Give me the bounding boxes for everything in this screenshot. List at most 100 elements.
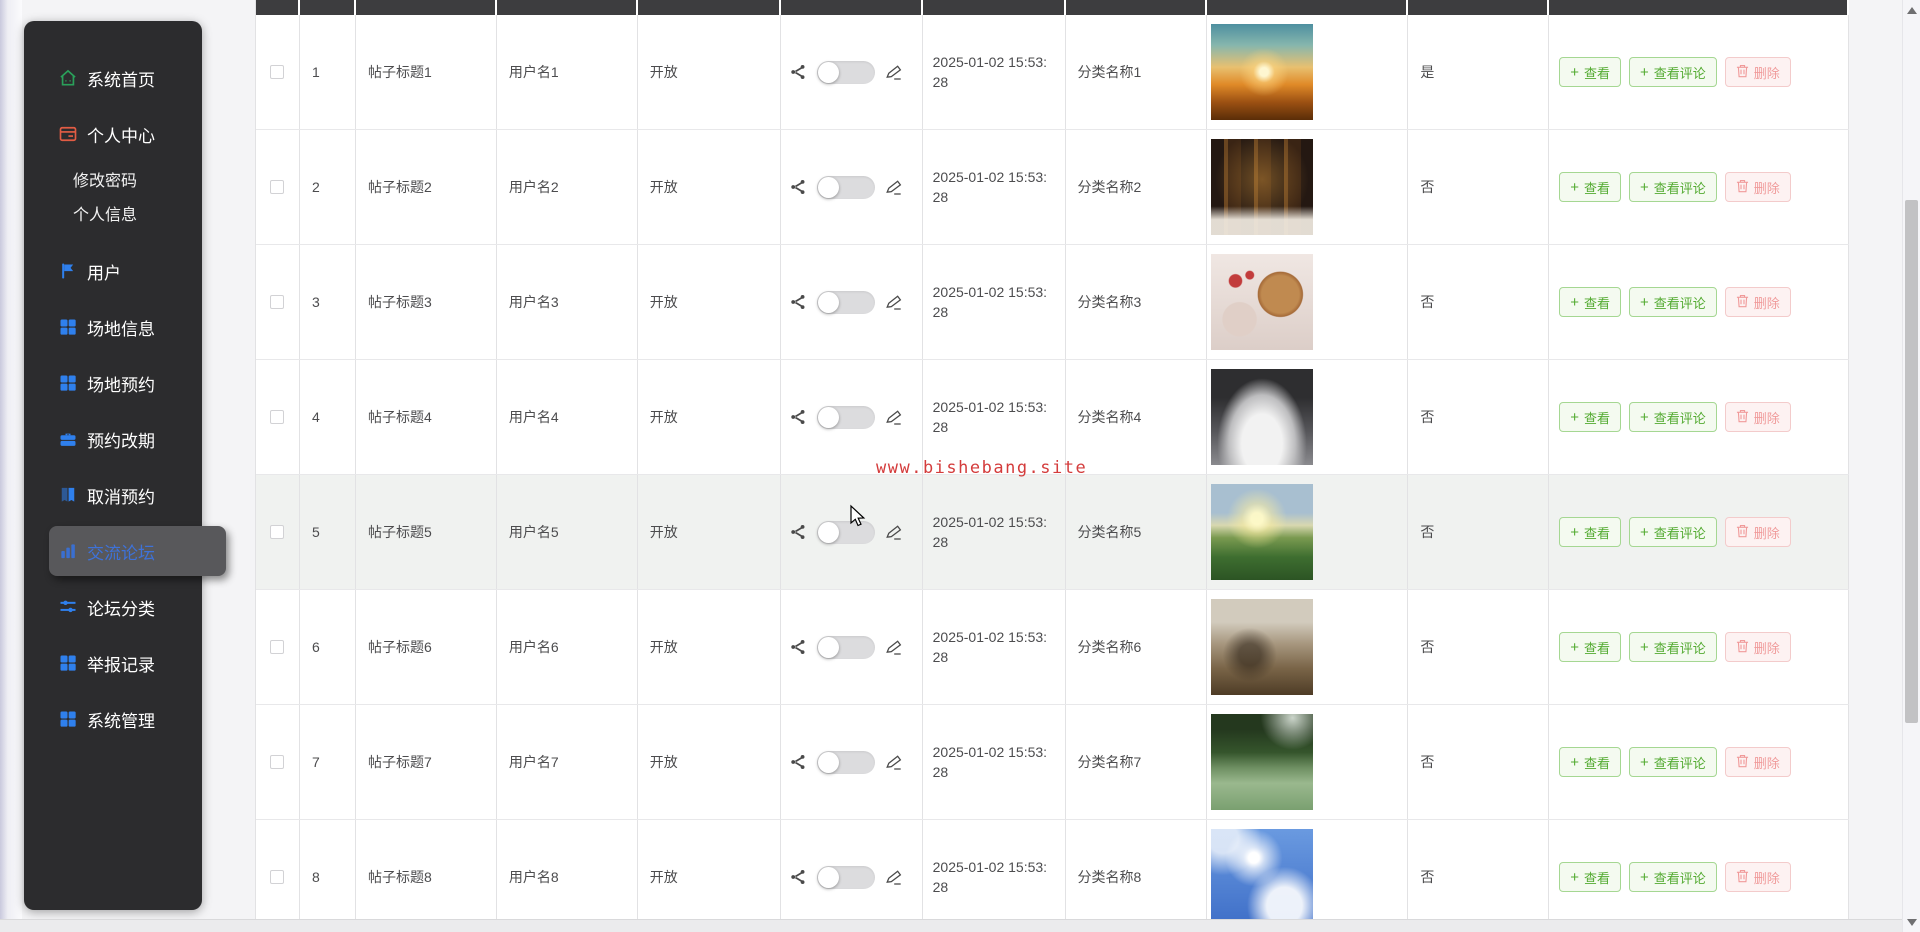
delete-button[interactable]: 删除 [1724,517,1791,547]
sidebar-item-9[interactable]: 交流论坛 [49,526,226,576]
view-comments-button[interactable]: + 查看评论 [1629,747,1717,777]
row-checkbox[interactable] [270,640,285,654]
share-icon[interactable] [790,64,806,80]
post-image[interactable] [1211,829,1314,925]
delete-button[interactable]: 删除 [1724,747,1791,777]
table-row: 8 帖子标题8 用户名8 开放 2025-01-02 15:53:28 分类名称8 否 + 查看… [256,820,1850,932]
sidebar-item-0[interactable]: 系统首页 [24,50,202,106]
post-image[interactable] [1211,369,1314,465]
sidebar-item-1[interactable]: 个人中心 [24,106,202,162]
sidebar-item-label: 预约改期 [87,431,155,451]
post-image[interactable] [1211,599,1314,695]
post-category: 分类名称2 [1066,130,1208,244]
row-checkbox[interactable] [270,65,285,79]
delete-button[interactable]: 删除 [1724,287,1791,317]
sidebar-item-12[interactable]: 系统管理 [24,691,202,747]
edit-pencil-icon[interactable] [885,754,902,770]
edit-pencil-icon[interactable] [885,639,902,655]
row-checkbox[interactable] [270,410,285,424]
scrollbar-up-arrow-icon[interactable] [1907,7,1917,14]
sliders-icon [58,597,78,617]
table-header-cell [922,0,1066,15]
row-checkbox[interactable] [270,180,285,194]
post-image[interactable] [1211,714,1314,810]
row-checkbox[interactable] [270,525,285,539]
sidebar-item-7[interactable]: 预约改期 [24,411,202,467]
share-icon[interactable] [790,524,806,540]
delete-button[interactable]: 删除 [1724,172,1791,202]
post-title: 帖子标题8 [356,820,497,932]
view-comments-button-label: 查看评论 [1653,640,1706,656]
view-comments-button[interactable]: + 查看评论 [1629,287,1717,317]
post-is-top: 否 [1408,130,1550,244]
delete-button-label: 删除 [1753,640,1780,656]
status-switch[interactable] [816,175,875,199]
status-switch[interactable] [816,60,875,84]
row-checkbox[interactable] [270,755,285,769]
status-switch[interactable] [816,520,875,544]
view-comments-button[interactable]: + 查看评论 [1629,57,1717,87]
view-button[interactable]: + 查看 [1559,57,1622,87]
table-header-cell [1065,0,1208,15]
sidebar-subitem-3[interactable]: 个人信息 [24,196,202,230]
vertical-scrollbar[interactable] [1902,0,1920,932]
sidebar-item-label: 论坛分类 [87,599,155,619]
status-switch[interactable] [816,635,875,659]
share-icon[interactable] [790,409,806,425]
post-toggle-cell [781,360,923,474]
share-icon[interactable] [790,754,806,770]
delete-button[interactable]: 删除 [1724,402,1791,432]
view-comments-button[interactable]: + 查看评论 [1629,402,1717,432]
sidebar-item-4[interactable]: 用户 [24,243,202,299]
view-button[interactable]: + 查看 [1559,287,1622,317]
view-comments-button-label: 查看评论 [1653,410,1706,426]
post-image[interactable] [1211,254,1314,350]
view-button[interactable]: + 查看 [1559,747,1622,777]
view-button[interactable]: + 查看 [1559,517,1622,547]
row-index: 3 [300,245,356,359]
post-username: 用户名4 [497,360,638,474]
view-comments-button[interactable]: + 查看评论 [1629,862,1717,892]
status-switch[interactable] [816,865,875,889]
post-image[interactable] [1211,139,1314,235]
sidebar-item-6[interactable]: 场地预约 [24,355,202,411]
view-button[interactable]: + 查看 [1559,632,1622,662]
view-button[interactable]: + 查看 [1559,862,1622,892]
sidebar-item-8[interactable]: 取消预约 [24,467,202,523]
sidebar-item-11[interactable]: 举报记录 [24,635,202,691]
edit-pencil-icon[interactable] [885,409,902,425]
sidebar-item-10[interactable]: 论坛分类 [24,579,202,635]
post-image[interactable] [1211,24,1314,120]
row-index: 8 [300,820,356,932]
row-checkbox[interactable] [270,295,285,309]
view-comments-button[interactable]: + 查看评论 [1629,172,1717,202]
vertical-scrollbar-thumb[interactable] [1905,200,1918,723]
view-comments-button[interactable]: + 查看评论 [1629,517,1717,547]
share-icon[interactable] [790,869,806,885]
status-switch[interactable] [816,750,875,774]
post-is-top: 否 [1408,360,1550,474]
view-button[interactable]: + 查看 [1559,172,1622,202]
edit-pencil-icon[interactable] [885,524,902,540]
post-image[interactable] [1211,484,1314,580]
edit-pencil-icon[interactable] [885,179,902,195]
delete-button[interactable]: 删除 [1724,862,1791,892]
status-switch[interactable] [816,290,875,314]
row-checkbox[interactable] [270,870,285,884]
delete-button-label: 删除 [1753,65,1780,81]
edit-pencil-icon[interactable] [885,869,902,885]
view-button[interactable]: + 查看 [1559,402,1622,432]
edit-pencil-icon[interactable] [885,294,902,310]
sidebar-item-5[interactable]: 场地信息 [24,299,202,355]
view-comments-button[interactable]: + 查看评论 [1629,632,1717,662]
horizontal-scrollbar[interactable] [0,919,1902,932]
scrollbar-down-arrow-icon[interactable] [1907,919,1917,926]
sidebar-subitem-2[interactable]: 修改密码 [24,162,202,196]
share-icon[interactable] [790,179,806,195]
delete-button[interactable]: 删除 [1724,632,1791,662]
delete-button[interactable]: 删除 [1724,57,1791,87]
share-icon[interactable] [790,294,806,310]
edit-pencil-icon[interactable] [885,64,902,80]
status-switch[interactable] [816,405,875,429]
share-icon[interactable] [790,639,806,655]
